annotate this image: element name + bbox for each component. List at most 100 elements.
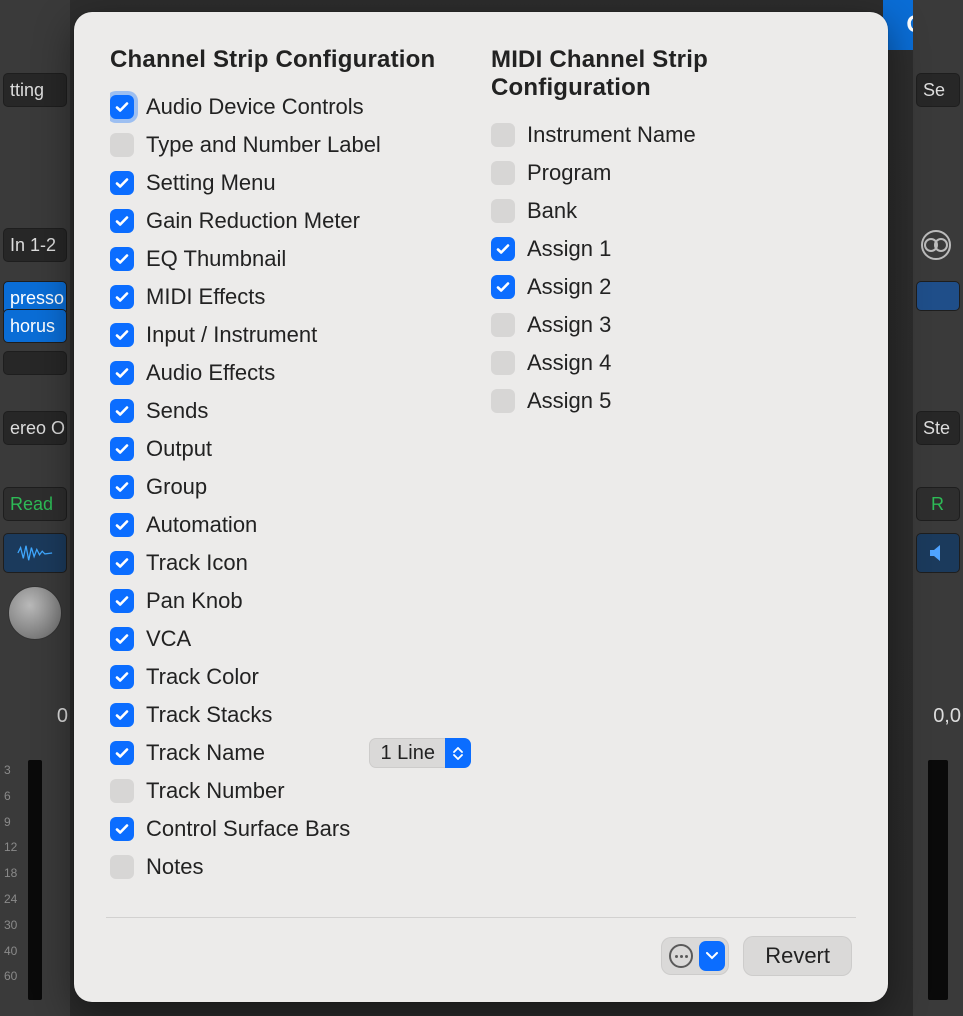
left-item-gain-reduction-meter: Gain Reduction Meter: [110, 202, 471, 240]
left-item-track-name: Track Name 1 Line: [110, 734, 471, 772]
checkbox-label: Track Stacks: [146, 702, 272, 728]
more-icon: [669, 944, 693, 968]
bg-output-slot[interactable]: ereo Ou: [3, 411, 67, 445]
checkbox-label: Track Color: [146, 664, 259, 690]
checkbox-pan-knob[interactable]: [110, 589, 134, 613]
checkbox-label: Track Icon: [146, 550, 248, 576]
checkbox-label: Control Surface Bars: [146, 816, 350, 842]
checkbox-label: Output: [146, 436, 212, 462]
checkbox-label: Assign 5: [527, 388, 611, 414]
checkbox-track-icon[interactable]: [110, 551, 134, 575]
right-item-assign-4: Assign 4: [491, 344, 852, 382]
left-item-vca: VCA: [110, 620, 471, 658]
left-item-sends: Sends: [110, 392, 471, 430]
revert-button[interactable]: Revert: [743, 936, 852, 976]
checkbox-assign-1[interactable]: [491, 237, 515, 261]
left-column: Channel Strip Configuration Audio Device…: [110, 46, 471, 909]
checkbox-label: Gain Reduction Meter: [146, 208, 360, 234]
checkbox-label: MIDI Effects: [146, 284, 265, 310]
left-item-track-number: Track Number: [110, 772, 471, 810]
select-value: 1 Line: [381, 742, 436, 765]
checkbox-label: Assign 3: [527, 312, 611, 338]
checkbox-midi-effects[interactable]: [110, 285, 134, 309]
checkbox-track-stacks[interactable]: [110, 703, 134, 727]
checkbox-sends[interactable]: [110, 399, 134, 423]
bg-automation-mode[interactable]: Read: [3, 487, 67, 521]
checkbox-notes[interactable]: [110, 855, 134, 879]
right-column-title: MIDI Channel Strip Configuration: [491, 46, 852, 102]
left-column-title: Channel Strip Configuration: [110, 46, 471, 74]
left-item-audio-effects: Audio Effects: [110, 354, 471, 392]
checkbox-label: Automation: [146, 512, 257, 538]
right-item-assign-2: Assign 2: [491, 268, 852, 306]
checkbox-automation[interactable]: [110, 513, 134, 537]
checkbox-track-color[interactable]: [110, 665, 134, 689]
track-name-lines-select[interactable]: 1 Line: [369, 738, 472, 768]
checkbox-label: Input / Instrument: [146, 322, 317, 348]
checkbox-setting-menu[interactable]: [110, 171, 134, 195]
checkbox-label: Track Name: [146, 740, 265, 766]
right-item-assign-3: Assign 3: [491, 306, 852, 344]
bg-setting-button-r[interactable]: Se: [916, 73, 960, 107]
bg-right-fx-slot[interactable]: [916, 281, 960, 311]
checkbox-assign-5[interactable]: [491, 389, 515, 413]
stereo-link-icon[interactable]: [921, 230, 951, 260]
right-item-instrument-name: Instrument Name: [491, 116, 852, 154]
right-item-assign-5: Assign 5: [491, 382, 852, 420]
bg-pan-value: 0: [0, 705, 70, 728]
speaker-icon: [926, 541, 950, 565]
checkbox-assign-2[interactable]: [491, 275, 515, 299]
checkbox-audio-device-controls[interactable]: [110, 95, 134, 119]
checkbox-output[interactable]: [110, 437, 134, 461]
left-item-control-surface-bars: Control Surface Bars: [110, 810, 471, 848]
bg-setting-button[interactable]: tting: [3, 73, 67, 107]
checkbox-label: Group: [146, 474, 207, 500]
right-item-bank: Bank: [491, 192, 852, 230]
checkbox-program[interactable]: [491, 161, 515, 185]
checkbox-label: Program: [527, 160, 611, 186]
checkbox-label: Assign 4: [527, 350, 611, 376]
bg-output-slot-r[interactable]: Ste: [916, 411, 960, 445]
bg-level-meter-r: [928, 760, 948, 1000]
checkbox-label: Pan Knob: [146, 588, 243, 614]
checkbox-label: Notes: [146, 854, 203, 880]
checkbox-vca[interactable]: [110, 627, 134, 651]
checkbox-label: Instrument Name: [527, 122, 696, 148]
bg-input-slot[interactable]: In 1-2: [3, 228, 67, 262]
checkbox-label: Sends: [146, 398, 208, 424]
divider: [106, 917, 856, 918]
checkbox-gain-reduction-meter[interactable]: [110, 209, 134, 233]
left-item-track-icon: Track Icon: [110, 544, 471, 582]
bg-automation-mode-r[interactable]: R: [916, 487, 960, 521]
checkbox-input-instrument[interactable]: [110, 323, 134, 347]
action-menu-button[interactable]: [661, 937, 729, 975]
bg-track-icon-r[interactable]: [916, 533, 960, 573]
checkbox-label: Audio Device Controls: [146, 94, 364, 120]
left-item-type-and-number-label: Type and Number Label: [110, 126, 471, 164]
checkbox-group[interactable]: [110, 475, 134, 499]
right-item-assign-1: Assign 1: [491, 230, 852, 268]
bg-track-icon[interactable]: [3, 533, 67, 573]
checkbox-track-number[interactable]: [110, 779, 134, 803]
checkbox-eq-thumbnail[interactable]: [110, 247, 134, 271]
checkbox-type-and-number-label[interactable]: [110, 133, 134, 157]
checkbox-label: Type and Number Label: [146, 132, 381, 158]
checkbox-assign-4[interactable]: [491, 351, 515, 375]
checkbox-assign-3[interactable]: [491, 313, 515, 337]
checkbox-audio-effects[interactable]: [110, 361, 134, 385]
left-item-input-instrument: Input / Instrument: [110, 316, 471, 354]
checkbox-control-surface-bars[interactable]: [110, 817, 134, 841]
popover-footer: Revert: [110, 936, 852, 976]
left-item-automation: Automation: [110, 506, 471, 544]
right-item-program: Program: [491, 154, 852, 192]
left-item-eq-thumbnail: EQ Thumbnail: [110, 240, 471, 278]
bg-audiofx-2[interactable]: horus: [3, 309, 67, 343]
checkbox-instrument-name[interactable]: [491, 123, 515, 147]
left-item-midi-effects: MIDI Effects: [110, 278, 471, 316]
bg-meter-ticks: 3 6 9 12 18 24 30 40 60: [4, 762, 34, 985]
checkbox-label: Track Number: [146, 778, 285, 804]
left-item-pan-knob: Pan Knob: [110, 582, 471, 620]
bg-pan-knob[interactable]: [8, 586, 62, 640]
checkbox-track-name[interactable]: [110, 741, 134, 765]
checkbox-bank[interactable]: [491, 199, 515, 223]
